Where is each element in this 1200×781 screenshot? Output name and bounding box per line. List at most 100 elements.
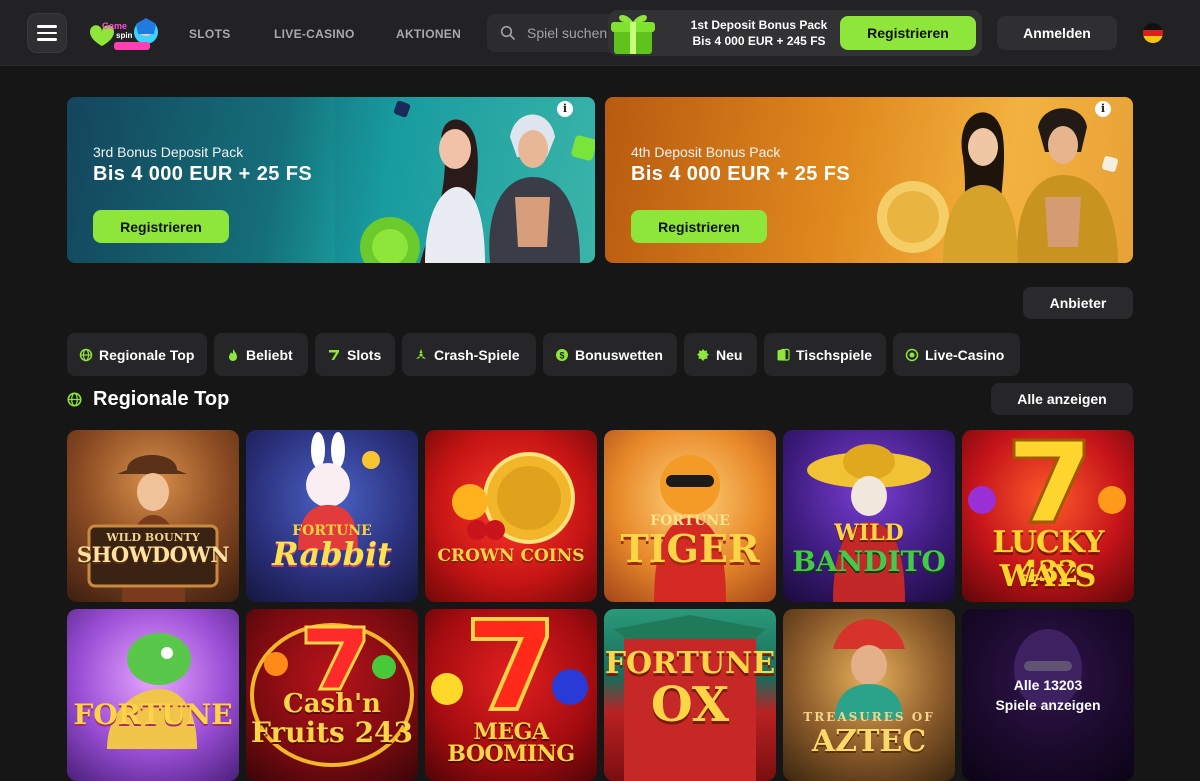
category-chip-slots[interactable]: Slots [315,333,395,376]
category-chip-bonuswetten[interactable]: $ Bonuswetten [543,333,677,376]
game-tile-fortune-tiger[interactable]: FORTUNE TIGER [604,430,776,602]
game-title-line2: CROWN COINS [437,546,585,566]
chip-label: Crash-Spiele [434,346,520,363]
site-logo[interactable]: Game spin [86,14,160,52]
category-chip-regionale-top[interactable]: Regionale Top [67,333,207,376]
banner-subtitle: 4th Deposit Bonus Pack [631,144,781,160]
game-art [298,432,380,550]
promo-banner-3rd-deposit[interactable]: i 3rd Bonus Deposit Pack Bis 4 000 EUR +… [67,97,595,263]
game-title-line2: FORTUNE [73,698,233,731]
flag-stripe [1143,29,1163,37]
nav-slots[interactable]: SLOTS [189,27,231,41]
search-input[interactable] [527,23,615,43]
show-all-games-overlay[interactable]: Alle 13203 Spiele anzeigen [962,609,1134,781]
promo-line-1: 1st Deposit Bonus Pack [690,18,828,32]
flag-stripe [1143,23,1163,30]
chip-label: Tischspiele [796,346,873,363]
game-tile-treasures-of-aztec[interactable]: TREASURES OF AZTEC [783,609,955,781]
svg-text:spin: spin [116,31,133,40]
category-chip-tischspiele[interactable]: Tischspiele [764,333,886,376]
search-box[interactable] [487,14,617,52]
menu-line [37,31,57,35]
game-title-line2: TIGER [620,526,760,571]
game-tile-wild-bounty-showdown[interactable]: WILD BOUNTY SHOWDOWN [67,430,239,602]
game-tile-fortune-dragon[interactable]: FORTUNE [67,609,239,781]
nav-live-casino[interactable]: LIVE-CASINO [274,27,355,41]
game-tile-show-all-games[interactable]: Alle 13203 Spiele anzeigen [962,609,1134,781]
banner-title: Bis 4 000 EUR + 25 FS [631,163,851,185]
game-title-line2: SHOWDOWN [76,542,230,567]
banner-register-button[interactable]: Registrieren [631,210,767,243]
banner-register-button[interactable]: Registrieren [93,210,229,243]
banner-info-icon[interactable]: i [1095,101,1111,117]
promo-text: 1st Deposit Bonus Pack Bis 4 000 EUR + 2… [686,17,832,49]
game-title-line1: WILD [834,520,904,546]
game-title-line2: OX [650,677,730,733]
section-title: Regionale Top [93,388,230,410]
globe-icon [79,348,93,361]
provider-filter-button[interactable]: Anbieter [1023,287,1133,319]
game-art [107,633,197,749]
game-title-line2: Fruits 243 [250,716,414,749]
cards-icon [777,348,790,361]
game-title-line2: AZTEC [811,724,927,759]
login-button[interactable]: Anmelden [997,16,1117,50]
flame-icon [229,348,237,361]
svg-text:Game: Game [102,21,127,31]
game-title-line1: TREASURES OF [803,710,935,724]
badge-icon [697,348,709,361]
hamburger-menu-button[interactable] [27,13,67,53]
more-games-count: Alle 13203 [1013,677,1083,693]
banner-info-icon[interactable]: i [557,101,573,117]
game-title-line2: BANDITO [792,545,946,578]
flag-stripe [1143,36,1163,43]
more-games-label: Spiele anzeigen [995,697,1101,713]
category-chip-neu[interactable]: Neu [684,333,757,376]
game-title-line2: WAYS [999,559,1097,594]
gift-icon [611,15,655,54]
top-header: Game spin SLOTS LIVE-CASINO AKTIONEN 1st… [0,0,1200,66]
category-chip-beliebt[interactable]: Beliebt [214,333,308,376]
game-tile-cashn-fruits-243[interactable]: Cash'n Fruits 243 [246,609,418,781]
live-icon [905,348,919,361]
game-title-line1: Cash'n [283,689,381,719]
category-chip-live-casino[interactable]: Live-Casino [893,333,1020,376]
banner-characters-image [335,97,595,263]
show-all-button[interactable]: Alle anzeigen [991,383,1133,415]
chip-label: Neu [716,346,743,363]
game-tile-fortune-rabbit[interactable]: FORTUNE Rabbit [246,430,418,602]
seven-icon [329,349,339,360]
globe-icon [67,392,82,407]
promo-line-2: Bis 4 000 EUR + 245 FS [692,34,826,48]
chip-label: Slots [347,346,382,363]
game-tile-mega-booming[interactable]: MEGA BOOMING [425,609,597,781]
game-art [87,455,219,602]
nav-aktionen[interactable]: AKTIONEN [396,27,461,41]
svg-text:$: $ [559,350,564,360]
chip-label: Regionale Top [99,346,195,363]
game-tile-crown-coins[interactable]: CROWN COINS [425,430,597,602]
game-tile-fortune-ox[interactable]: FORTUNE OX [604,609,776,781]
banner-subtitle: 3rd Bonus Deposit Pack [93,144,244,160]
chip-label: Beliebt [246,346,293,363]
language-flag-de-icon[interactable] [1143,23,1163,43]
dollar-icon: $ [556,348,568,361]
game-title-line2: Rabbit [272,535,392,573]
menu-line [37,25,57,28]
search-icon [500,25,515,40]
promo-banner-4th-deposit[interactable]: i 4th Deposit Bonus Pack Bis 4 000 EUR +… [605,97,1133,263]
category-chip-crash-spiele[interactable]: Crash-Spiele [402,333,536,376]
header-register-button[interactable]: Registrieren [840,16,976,50]
banner-characters-image [877,108,1118,263]
chip-label: Bonuswetten [575,346,663,363]
game-title-line1: FORTUNE [604,646,776,681]
banner-title: Bis 4 000 EUR + 25 FS [93,163,313,185]
game-art [452,452,575,544]
game-title-line2: MEGA BOOMING [447,719,575,767]
rocket-icon [415,348,427,359]
chip-label: Live-Casino [925,346,1005,363]
menu-line [37,38,57,41]
deposit-promo-bar: 1st Deposit Bonus Pack Bis 4 000 EUR + 2… [608,10,982,56]
game-tile-wild-bandito[interactable]: WILD BANDITO [783,430,955,602]
game-tile-lucky-432-ways[interactable]: LUCKY 432 WAYS [962,430,1134,602]
